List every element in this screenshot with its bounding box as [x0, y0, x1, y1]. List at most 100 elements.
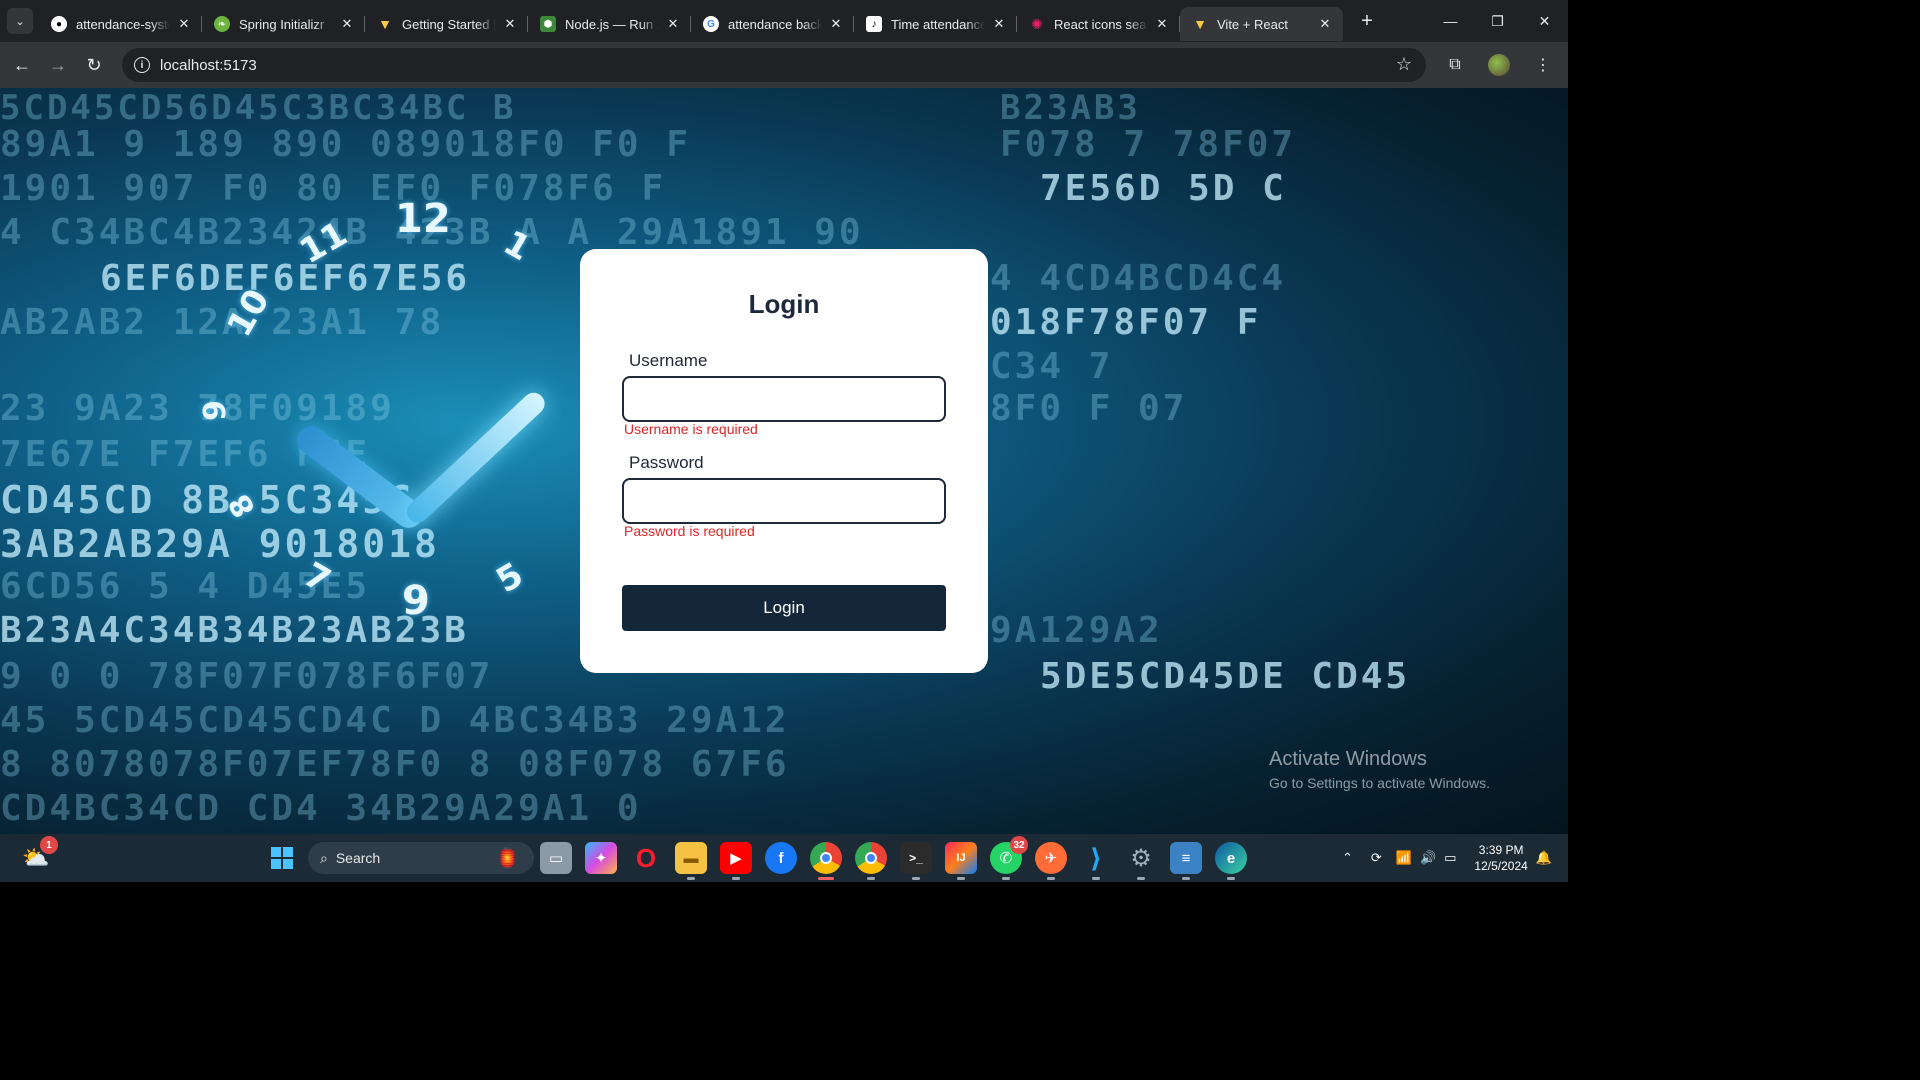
window-controls: — ❐ ✕: [1427, 0, 1568, 42]
username-input[interactable]: [622, 376, 946, 422]
tab-title: attendance-syste: [76, 16, 170, 32]
chrome-icon[interactable]: [810, 842, 842, 880]
settings-gear-icon[interactable]: ⚙: [1125, 842, 1157, 880]
taskbar: ⛅ 1 ⌕ Search 🏮 ▭ ✦ O ▬ ▶ f >_ IJ ✆ 32 ✈ ⟩ …: [0, 834, 1568, 882]
whatsapp-icon[interactable]: ✆ 32: [990, 836, 1028, 880]
password-error: Password is required: [624, 523, 755, 539]
activate-windows-watermark: Activate Windows Go to Settings to activ…: [1269, 748, 1490, 791]
tab-vite-docs[interactable]: ▼ Getting Started | ✕: [365, 7, 528, 41]
taskbar-search[interactable]: ⌕ Search 🏮: [308, 842, 534, 874]
vite-icon: ▼: [1193, 16, 1207, 32]
copilot-icon[interactable]: ✦: [585, 842, 617, 874]
opera-icon[interactable]: O: [630, 842, 662, 874]
react-icons-icon: ✺: [1031, 15, 1043, 32]
tab-title: React icons sear: [1054, 16, 1148, 32]
back-button[interactable]: ←: [4, 47, 40, 83]
username-error: Username is required: [624, 421, 758, 437]
toolbar-right: ⧉ ⋮: [1438, 48, 1560, 82]
close-tab-icon[interactable]: ✕: [665, 16, 681, 32]
tab-title: Vite + React: [1217, 16, 1288, 32]
close-tab-icon[interactable]: ✕: [339, 16, 355, 32]
tab-vite-react[interactable]: ▼ Vite + React ✕: [1180, 7, 1343, 41]
tiktok-icon: ♪: [866, 16, 882, 32]
password-input[interactable]: [622, 478, 946, 524]
battery-icon[interactable]: ▭: [1444, 850, 1456, 866]
file-explorer-icon[interactable]: ▬: [675, 842, 707, 880]
bookmark-star-icon[interactable]: ☆: [1396, 54, 1412, 75]
weather-badge: 1: [40, 836, 58, 854]
tab-github[interactable]: ● attendance-syste ✕: [39, 7, 202, 41]
watermark-subtitle: Go to Settings to activate Windows.: [1269, 775, 1490, 791]
close-tab-icon[interactable]: ✕: [176, 16, 192, 32]
tab-react-icons[interactable]: ✺ React icons sear ✕: [1017, 7, 1180, 41]
search-highlight-icon: 🏮: [495, 847, 520, 870]
clock-hand-decoration: [402, 388, 550, 528]
search-label: Search: [335, 850, 381, 866]
tab-list: ● attendance-syste ✕ ❧ Spring Initializr…: [39, 0, 1343, 42]
terminal-icon[interactable]: >_: [900, 842, 932, 880]
tab-google[interactable]: G attendance back ✕: [691, 7, 854, 41]
page-content: 5CD45CD56D45C3BC34BC B 89A1 9 189 890 08…: [0, 88, 1568, 834]
search-icon: ⌕: [320, 849, 328, 866]
tab-title: Time attendance: [891, 16, 985, 32]
notifications-bell-icon[interactable]: 🔔: [1536, 850, 1552, 866]
tab-title: Spring Initializr: [239, 16, 325, 32]
login-card: Login Username Username is required Pass…: [580, 249, 988, 673]
google-icon: G: [703, 16, 719, 32]
profile-avatar[interactable]: [1482, 48, 1516, 82]
taskbar-clock[interactable]: 3:39 PM 12/5/2024: [1474, 842, 1527, 874]
close-tab-icon[interactable]: ✕: [991, 16, 1007, 32]
password-label: Password: [629, 453, 704, 472]
clock-date: 12/5/2024: [1474, 859, 1528, 873]
volume-icon[interactable]: 🔊: [1420, 850, 1436, 866]
close-tab-icon[interactable]: ✕: [1317, 16, 1333, 32]
youtube-icon[interactable]: ▶: [720, 842, 752, 880]
tab-nodejs[interactable]: ⬢ Node.js — Run J ✕: [528, 7, 691, 41]
username-label: Username: [629, 351, 708, 370]
nodejs-icon: ⬢: [540, 16, 556, 32]
address-bar[interactable]: i localhost:5173 ☆: [122, 48, 1426, 82]
tab-strip: ⌄ ● attendance-syste ✕ ❧ Spring Initiali…: [0, 0, 1568, 42]
show-hidden-icons-icon[interactable]: ⌃: [1342, 850, 1353, 866]
edge-icon[interactable]: e: [1215, 842, 1247, 880]
intellij-icon[interactable]: IJ: [945, 842, 977, 880]
spring-icon: ❧: [214, 16, 230, 32]
forward-button[interactable]: →: [40, 47, 76, 83]
tab-title: attendance back: [728, 16, 822, 32]
chrome-profile-icon[interactable]: [855, 842, 887, 880]
system-tray: ⌃ ⟳ 📶 🔊 ▭ 3:39 PM 12/5/2024 🔔: [1342, 834, 1568, 882]
minimize-icon[interactable]: —: [1427, 0, 1474, 42]
close-tab-icon[interactable]: ✕: [1154, 16, 1170, 32]
url-text: localhost:5173: [160, 56, 257, 74]
tab-title: Getting Started |: [402, 16, 496, 32]
tab-title: Node.js — Run J: [565, 16, 659, 32]
vscode-icon[interactable]: ⟩: [1080, 842, 1112, 880]
notepad-icon[interactable]: ≡: [1170, 842, 1202, 880]
windows-logo-icon: [271, 847, 293, 869]
task-view-icon[interactable]: ▭: [540, 842, 572, 874]
clock-time: 3:39 PM: [1478, 843, 1524, 857]
site-info-icon[interactable]: i: [134, 57, 150, 73]
login-button[interactable]: Login: [622, 585, 946, 631]
login-title: Login: [748, 289, 820, 319]
close-tab-icon[interactable]: ✕: [502, 16, 518, 32]
sync-icon[interactable]: ⟳: [1371, 850, 1382, 866]
weather-widget-icon[interactable]: ⛅ 1: [20, 836, 58, 874]
close-window-icon[interactable]: ✕: [1521, 0, 1568, 42]
vite-icon: ▼: [378, 16, 392, 32]
reload-button[interactable]: ↻: [76, 47, 112, 83]
wifi-icon[interactable]: 📶: [1396, 850, 1412, 866]
facebook-icon[interactable]: f: [765, 842, 797, 874]
browser-toolbar: ← → ↻ i localhost:5173 ☆ ⧉ ⋮: [0, 42, 1568, 88]
whatsapp-badge: 32: [1010, 836, 1028, 854]
tab-tiktok[interactable]: ♪ Time attendance ✕: [854, 7, 1017, 41]
menu-kebab-icon[interactable]: ⋮: [1526, 48, 1560, 82]
new-tab-button[interactable]: +: [1353, 7, 1381, 35]
tab-spring[interactable]: ❧ Spring Initializr ✕: [202, 7, 365, 41]
start-button[interactable]: [266, 842, 298, 874]
extensions-icon[interactable]: ⧉: [1438, 48, 1472, 82]
close-tab-icon[interactable]: ✕: [828, 16, 844, 32]
postman-icon[interactable]: ✈: [1035, 842, 1067, 880]
restore-icon[interactable]: ❐: [1474, 0, 1521, 42]
tab-search-button[interactable]: ⌄: [7, 8, 33, 34]
